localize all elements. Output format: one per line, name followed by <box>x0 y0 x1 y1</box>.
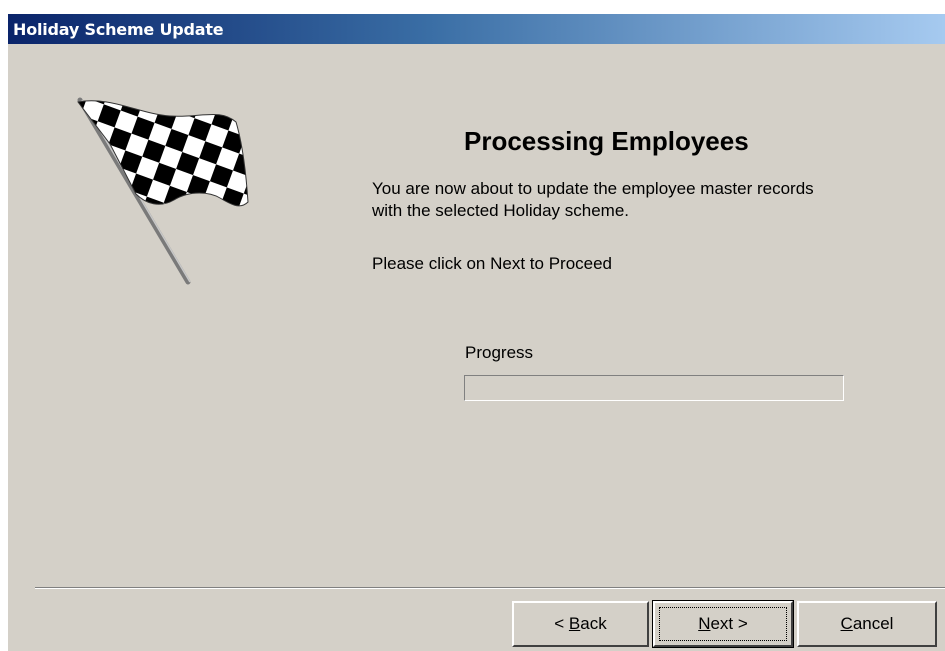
description-text: You are now about to update the employee… <box>372 178 932 222</box>
next-button[interactable]: Next > <box>652 600 794 648</box>
back-mnemonic: B <box>568 614 581 633</box>
back-label: ack <box>580 614 607 633</box>
cancel-button[interactable]: Cancel <box>797 601 937 647</box>
progress-label: Progress <box>465 343 534 362</box>
title-bar[interactable]: Holiday Scheme Update <box>8 14 945 44</box>
cancel-label: ancel <box>852 614 894 633</box>
back-button[interactable]: < Back <box>512 601 649 647</box>
description-line: with the selected Holiday scheme. <box>372 201 630 220</box>
wizard-window: Holiday Scheme Update Processing Employe… <box>8 14 945 651</box>
checkered-flag-icon <box>77 97 249 285</box>
back-arrow: < <box>554 614 569 633</box>
window-title: Holiday Scheme Update <box>13 20 224 39</box>
progress-bar <box>464 375 844 401</box>
cancel-mnemonic: C <box>840 614 853 633</box>
focus-rectangle <box>659 607 787 641</box>
page-title: Processing Employees <box>464 126 749 156</box>
divider <box>35 587 945 589</box>
description-line: You are now about to update the employee… <box>372 179 814 198</box>
instruction-text: Please click on Next to Proceed <box>372 254 613 273</box>
